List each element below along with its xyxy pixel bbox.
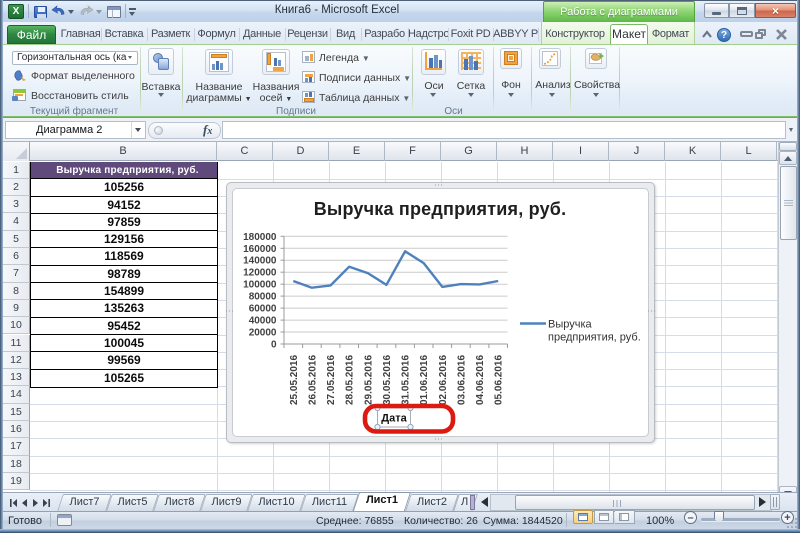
svg-text:01.06.2016: 01.06.2016 bbox=[419, 355, 430, 405]
svg-text:80000: 80000 bbox=[249, 292, 277, 303]
svg-text:02.06.2016: 02.06.2016 bbox=[438, 355, 449, 405]
svg-text:0: 0 bbox=[271, 340, 277, 351]
svg-text:120000: 120000 bbox=[243, 268, 277, 279]
svg-text:100000: 100000 bbox=[243, 280, 277, 291]
svg-text:25.05.2016: 25.05.2016 bbox=[289, 355, 300, 405]
svg-text:предприятия, руб.: предприятия, руб. bbox=[548, 332, 641, 344]
svg-text:04.06.2016: 04.06.2016 bbox=[475, 355, 486, 405]
svg-text:40000: 40000 bbox=[249, 316, 277, 327]
svg-text:Выручка: Выручка bbox=[548, 319, 593, 331]
svg-text:28.05.2016: 28.05.2016 bbox=[345, 355, 356, 405]
svg-text:27.05.2016: 27.05.2016 bbox=[326, 355, 337, 405]
svg-text:60000: 60000 bbox=[249, 304, 277, 315]
svg-text:05.06.2016: 05.06.2016 bbox=[494, 355, 505, 405]
svg-text:29.05.2016: 29.05.2016 bbox=[363, 355, 374, 405]
svg-text:03.06.2016: 03.06.2016 bbox=[456, 355, 467, 405]
svg-text:30.05.2016: 30.05.2016 bbox=[382, 355, 393, 405]
svg-text:180000: 180000 bbox=[243, 232, 277, 243]
svg-text:20000: 20000 bbox=[249, 328, 277, 339]
svg-text:31.05.2016: 31.05.2016 bbox=[401, 355, 412, 405]
svg-text:26.05.2016: 26.05.2016 bbox=[307, 355, 318, 405]
svg-text:Дата: Дата bbox=[381, 413, 407, 425]
svg-text:160000: 160000 bbox=[243, 244, 277, 255]
svg-text:Выручка предприятия, руб.: Выручка предприятия, руб. bbox=[314, 199, 567, 219]
svg-text:140000: 140000 bbox=[243, 256, 277, 267]
